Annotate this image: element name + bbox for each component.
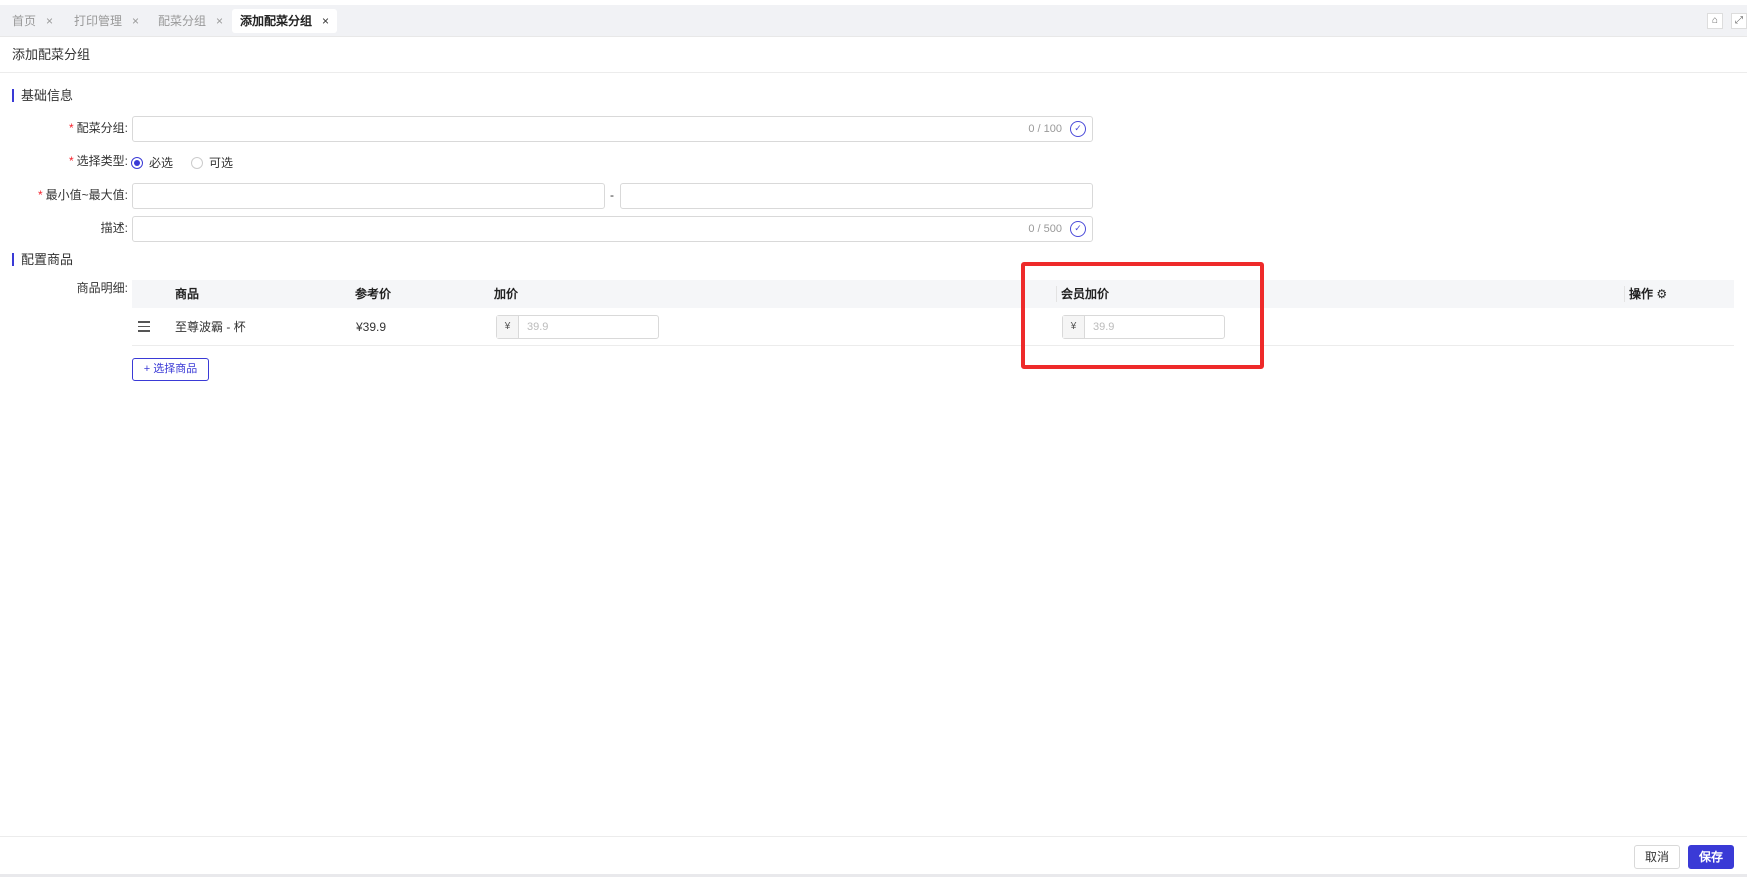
radio-label: 必选 <box>149 156 174 170</box>
close-icon[interactable]: × <box>216 9 223 33</box>
range-separator: - <box>610 188 614 202</box>
tab-label: 打印管理 <box>74 14 123 28</box>
footer-bar: 取消 保存 <box>0 836 1747 874</box>
page-title: 添加配菜分组 <box>0 37 1747 73</box>
fullscreen-icon[interactable]: ⤢ <box>1731 13 1747 29</box>
goods-table-header: 商品 参考价 加价 会员加价 操作 ⚙ <box>132 280 1734 308</box>
table-row: 至尊波霸 - 杯 ¥39.9 ¥ 39.9 ¥ 39.9 <box>132 308 1734 346</box>
goods-detail-label: 商品明细: <box>76 281 128 295</box>
section-title-goods: 配置商品 <box>12 253 73 266</box>
group-name-label: * 配菜分组: <box>68 121 128 135</box>
description-input[interactable]: 0 / 500 ✓ <box>132 216 1093 242</box>
col-ref-price: 参考价 <box>355 287 392 301</box>
radio-optional[interactable] <box>191 156 204 169</box>
currency-prefix: ¥ <box>1063 316 1085 338</box>
tab-label: 首页 <box>12 14 37 28</box>
radio-required[interactable] <box>131 156 143 169</box>
col-member-price: 会员加价 <box>1056 286 1109 302</box>
select-goods-button[interactable]: + 选择商品 <box>132 358 209 381</box>
close-icon[interactable]: × <box>46 9 53 33</box>
select-type-radio-group: 必选 可选 <box>131 154 245 171</box>
col-add-price: 加价 <box>494 287 519 301</box>
drag-handle-icon[interactable] <box>138 321 150 335</box>
max-value-input[interactable] <box>620 183 1093 209</box>
required-mark: * <box>68 121 74 135</box>
cancel-button[interactable]: 取消 <box>1633 845 1680 869</box>
char-counter: 0 / 100 <box>1028 123 1062 135</box>
save-button[interactable]: 保存 <box>1687 845 1734 869</box>
section-title-basic: 基础信息 <box>12 89 73 102</box>
ai-suggest-icon[interactable]: ✓ <box>1070 121 1086 137</box>
close-icon[interactable]: × <box>322 9 329 33</box>
add-price-input[interactable]: ¥ 39.9 <box>496 315 659 339</box>
min-max-label: * 最小值~最大值: <box>37 188 128 202</box>
col-goods: 商品 <box>175 287 200 301</box>
select-type-label: * 选择类型: <box>68 154 128 168</box>
radio-label: 可选 <box>209 156 234 170</box>
ref-price: ¥39.9 <box>356 320 387 334</box>
tab-bar: 首页 × 打印管理 × 配菜分组 × 添加配菜分组 × ⌂ ⤢ <box>0 5 1747 37</box>
description-label: 描述: <box>100 221 128 235</box>
min-value-input[interactable] <box>132 183 605 209</box>
goods-name: 至尊波霸 - 杯 <box>175 320 246 334</box>
required-mark: * <box>68 154 74 168</box>
col-actions: 操作 ⚙ <box>1624 286 1667 302</box>
tab-side-dish-group[interactable]: 配菜分组 × <box>150 9 231 33</box>
tab-tools: ⌂ ⤢ <box>1707 13 1747 29</box>
settings-icon[interactable]: ⚙ <box>1656 287 1667 301</box>
placeholder: 39.9 <box>1093 321 1115 333</box>
member-price-input[interactable]: ¥ 39.9 <box>1062 315 1225 339</box>
tab-print-management[interactable]: 打印管理 × <box>66 9 147 33</box>
placeholder: 39.9 <box>527 321 549 333</box>
tab-label: 添加配菜分组 <box>240 14 313 28</box>
home-icon[interactable]: ⌂ <box>1707 13 1723 29</box>
required-mark: * <box>37 188 43 202</box>
tab-home[interactable]: 首页 × <box>4 9 61 33</box>
group-name-input[interactable]: 0 / 100 ✓ <box>132 116 1093 142</box>
close-icon[interactable]: × <box>132 9 139 33</box>
tab-add-side-dish-group[interactable]: 添加配菜分组 × <box>232 9 338 33</box>
tab-label: 配菜分组 <box>158 14 207 28</box>
char-counter: 0 / 500 <box>1028 223 1062 235</box>
currency-prefix: ¥ <box>497 316 519 338</box>
ai-suggest-icon[interactable]: ✓ <box>1070 221 1086 237</box>
